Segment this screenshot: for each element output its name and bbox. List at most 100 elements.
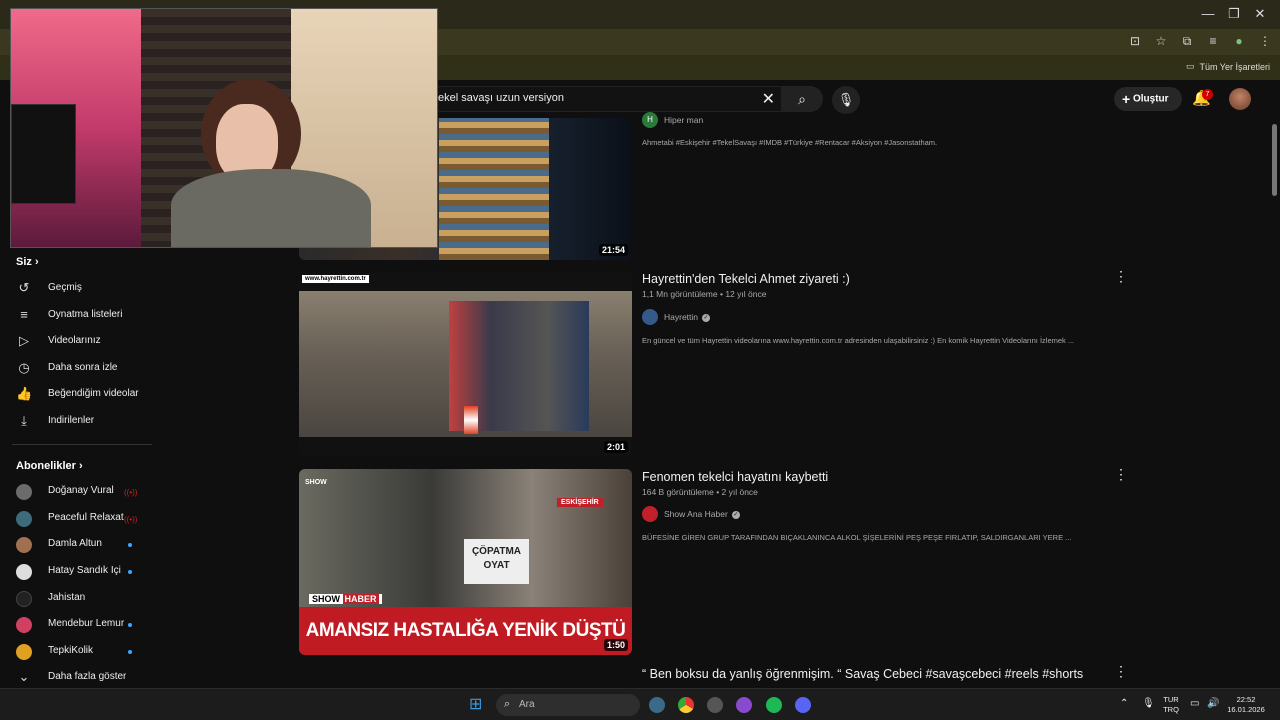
subscription-item[interactable]: Mendebur Lemur: [0, 614, 155, 636]
spotify-icon[interactable]: [766, 697, 782, 713]
search-button[interactable]: ⌕: [781, 86, 823, 112]
video-thumbnail-3[interactable]: ÇÖPATMA OYAT SHOW ESKİŞEHİR SHOW HABER A…: [299, 469, 632, 655]
video-thumbnail-2[interactable]: www.hayrettin.com.tr 2:01: [299, 271, 632, 457]
windows-start-icon[interactable]: ⊞: [469, 697, 485, 713]
sidebar-item-liked-videos[interactable]: 👍 Beğendiğim videolar: [0, 384, 155, 406]
history-icon: ↺: [18, 280, 30, 295]
minimize-icon[interactable]: —: [1198, 5, 1218, 23]
subscription-item[interactable]: Peaceful Relaxat... ((•)): [0, 508, 155, 530]
sidebar-item-downloads[interactable]: ⤓ İndirilenler: [0, 411, 155, 433]
more-actions-icon[interactable]: ⋮: [1114, 268, 1128, 285]
video-meta-2: 1,1 Mn görüntüleme • 12 yıl önce: [642, 289, 767, 299]
app-icon[interactable]: [649, 697, 665, 713]
city-tag: ESKİŞEHİR: [557, 498, 603, 507]
your-videos-icon: ▷: [19, 333, 29, 348]
verified-icon: ✓: [702, 313, 711, 322]
channel-avatar: [16, 644, 32, 660]
sidebar-item-label: Hatay Sandık İçi: [48, 565, 121, 576]
new-content-dot: [128, 650, 132, 654]
search-query: ekel savaşı uzun versiyon: [438, 92, 564, 104]
folder-icon: ▭: [1185, 61, 1195, 71]
subscription-item[interactable]: Hatay Sandık İçi: [0, 561, 155, 583]
haber-word: HABER: [342, 594, 379, 604]
search-input[interactable]: ekel savaşı uzun versiyon ✕: [429, 86, 781, 112]
bookmark-star-icon[interactable]: ☆: [1154, 34, 1168, 49]
app-icon[interactable]: [707, 697, 723, 713]
view-count: 1,1 Mn görüntüleme: [642, 289, 718, 299]
video-title-2[interactable]: Hayrettin'den Tekelci Ahmet ziyareti :): [642, 272, 850, 286]
lang-bottom: TRQ: [1163, 705, 1179, 714]
clear-search-icon[interactable]: ✕: [762, 89, 775, 109]
microphone-icon: 🎙: [837, 92, 855, 107]
live-indicator-icon: ((•)): [124, 515, 138, 524]
chrome-menu-icon[interactable]: ⋮: [1258, 34, 1272, 49]
like-icon: 👍: [16, 386, 33, 401]
video-title-3[interactable]: Fenomen tekelci hayatını kaybetti: [642, 470, 828, 484]
sidebar-item-label: Doğanay Vural: [48, 485, 114, 496]
subscriptions-heading-text: Abonelikler: [16, 460, 76, 472]
sidebar-item-your-videos[interactable]: ▷ Videolarınız: [0, 331, 155, 353]
chevron-right-icon: ›: [34, 256, 39, 268]
more-actions-icon[interactable]: ⋮: [1114, 466, 1128, 483]
sidebar-item-label: Mendebur Lemur: [48, 618, 125, 629]
page-scrollbar[interactable]: [1272, 124, 1277, 196]
sidebar-item-label: Jahistan: [48, 592, 86, 603]
extensions-icon[interactable]: ⧉: [1180, 34, 1194, 49]
chevron-right-icon: ›: [78, 460, 83, 472]
channel-avatar: [642, 506, 658, 522]
sidebar-item-history[interactable]: ↺ Geçmiş: [0, 278, 155, 300]
taskbar-search-placeholder: Ara: [519, 699, 535, 710]
profile-icon[interactable]: ●: [1232, 34, 1246, 49]
notification-count-badge: 7: [1202, 89, 1213, 100]
channel-name: Show Ana Haber: [664, 509, 728, 519]
install-app-icon[interactable]: ⊡: [1128, 34, 1142, 49]
sidebar-item-label: Daha sonra izle: [48, 362, 118, 373]
street-scene-image: [299, 291, 632, 437]
watermark-label: www.hayrettin.com.tr: [302, 275, 369, 283]
sidebar-item-label: Daha fazla göster: [48, 671, 127, 682]
view-count: 164 B görüntüleme: [642, 487, 714, 497]
more-actions-icon[interactable]: ⋮: [1114, 663, 1128, 680]
subscription-item[interactable]: Doğanay Vural ((•)): [0, 481, 155, 503]
language-indicator[interactable]: TUR TRQ: [1160, 695, 1182, 715]
channel-avatar: H: [642, 112, 658, 128]
video-title-4[interactable]: “ Ben boksu da yanlış öğrenmişim. “ Sava…: [642, 667, 1083, 681]
microphone-icon[interactable]: 🎙: [1142, 699, 1155, 709]
subscriptions-heading[interactable]: Abonelikler ›: [16, 460, 83, 472]
video-description-3: BÜFESİNE GİREN GRUP TARAFINDAN BIÇAKLANI…: [642, 533, 1072, 542]
news-scene-image: ÇÖPATMA OYAT: [299, 469, 632, 607]
pc-case-image: [11, 104, 76, 204]
chrome-icon[interactable]: [678, 697, 694, 713]
clock[interactable]: 22:52 16.01.2026: [1224, 695, 1268, 715]
chevron-down-icon: ⌄: [18, 669, 30, 684]
voice-search-button[interactable]: 🎙: [832, 86, 860, 114]
chevron-up-icon[interactable]: ⌃: [1120, 699, 1128, 709]
show-more-button[interactable]: ⌄ Daha fazla göster: [0, 667, 155, 689]
create-button[interactable]: + Oluştur: [1114, 87, 1182, 111]
subscription-item[interactable]: TepkiKolik: [0, 641, 155, 663]
subscription-item[interactable]: Jahistan: [0, 588, 155, 610]
sidebar-item-playlists[interactable]: ≡ Oynatma listeleri: [0, 305, 155, 327]
app-icon[interactable]: [736, 697, 752, 713]
taskbar-search[interactable]: ⌕ Ara: [496, 694, 640, 716]
sidebar-item-watch-later[interactable]: ◷ Daha sonra izle: [0, 358, 155, 380]
subscription-item[interactable]: Damla Altun: [0, 534, 155, 556]
channel-name: Hayrettin: [664, 312, 699, 322]
maximize-icon[interactable]: ❐: [1224, 5, 1244, 23]
duration-badge: 1:50: [603, 639, 628, 651]
reading-list-icon[interactable]: ≡: [1206, 34, 1220, 49]
all-bookmarks[interactable]: ▭ Tüm Yer İşaretleri: [1186, 61, 1270, 72]
discord-icon[interactable]: [795, 697, 811, 713]
volume-icon[interactable]: 🔊: [1207, 699, 1219, 709]
video-description-2: En güncel ve tüm Hayrettin videolarına w…: [642, 336, 1075, 345]
download-icon: ⤓: [21, 413, 27, 428]
duration-badge: 21:54: [598, 244, 628, 256]
channel-avatar: [16, 537, 32, 553]
you-section-heading[interactable]: Siz ›: [16, 256, 39, 268]
network-icon[interactable]: ▭: [1190, 699, 1199, 709]
close-window-icon[interactable]: ✕: [1250, 5, 1270, 23]
upload-age: 2 yıl önce: [721, 487, 758, 497]
lang-top: TUR: [1163, 695, 1179, 704]
account-avatar[interactable]: [1229, 88, 1251, 110]
protest-sign: ÇÖPATMA OYAT: [464, 539, 529, 584]
